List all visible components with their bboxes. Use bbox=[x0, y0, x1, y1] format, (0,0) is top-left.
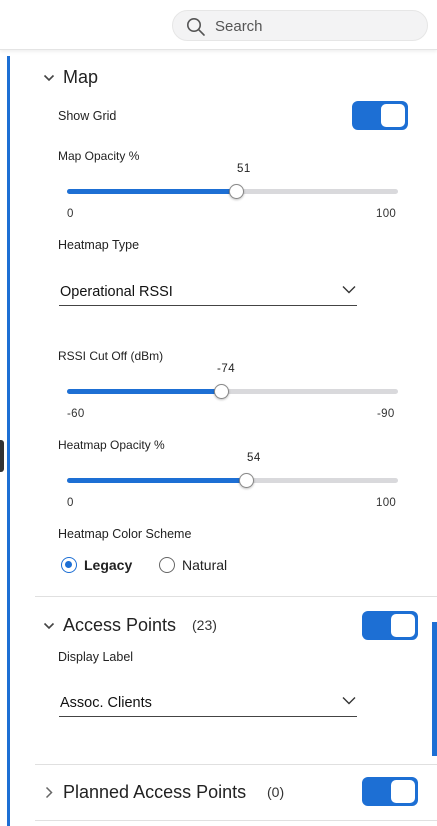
chevron-down-icon bbox=[342, 697, 356, 705]
access-points-toggle[interactable] bbox=[362, 611, 418, 640]
rssi-cutoff-max: -90 bbox=[377, 408, 395, 420]
rssi-cutoff-value: -74 bbox=[217, 363, 236, 375]
rssi-cutoff-label: RSSI Cut Off (dBm) bbox=[58, 349, 164, 363]
planned-access-points-toggle[interactable] bbox=[362, 777, 418, 806]
top-bar bbox=[0, 0, 437, 50]
search-icon bbox=[187, 18, 205, 36]
chevron-right-icon[interactable] bbox=[44, 786, 54, 799]
slider-fill bbox=[67, 478, 246, 483]
color-scheme-label: Heatmap Color Scheme bbox=[58, 527, 192, 541]
show-grid-label: Show Grid bbox=[58, 109, 117, 123]
heatmap-opacity-max: 100 bbox=[376, 497, 397, 509]
display-label-select[interactable]: Assoc. Clients bbox=[59, 689, 357, 717]
toggle-knob bbox=[391, 780, 415, 803]
section-divider bbox=[35, 596, 437, 597]
toggle-knob bbox=[381, 104, 405, 127]
panel-accent-stripe bbox=[7, 56, 10, 826]
radio-natural-label[interactable]: Natural bbox=[182, 557, 227, 573]
heatmap-opacity-value: 54 bbox=[247, 452, 261, 464]
map-opacity-min: 0 bbox=[67, 208, 74, 220]
search-input[interactable] bbox=[215, 16, 415, 36]
slider-fill bbox=[67, 189, 236, 194]
heatmap-opacity-label: Heatmap Opacity % bbox=[58, 438, 165, 452]
display-label-value: Assoc. Clients bbox=[60, 695, 152, 711]
section-title-planned-access-points[interactable]: Planned Access Points bbox=[63, 782, 246, 803]
map-opacity-label: Map Opacity % bbox=[58, 149, 140, 163]
panel-collapse-handle[interactable] bbox=[0, 440, 4, 472]
rssi-cutoff-slider[interactable] bbox=[67, 384, 398, 399]
chevron-down-icon[interactable] bbox=[43, 73, 55, 83]
slider-thumb[interactable] bbox=[228, 184, 244, 199]
access-points-count: (23) bbox=[192, 617, 217, 633]
rssi-cutoff-min: -60 bbox=[67, 408, 85, 420]
chevron-down-icon bbox=[342, 286, 356, 294]
heatmap-opacity-min: 0 bbox=[67, 497, 74, 509]
slider-thumb[interactable] bbox=[214, 384, 230, 399]
slider-thumb[interactable] bbox=[238, 473, 254, 488]
display-label-label: Display Label bbox=[58, 650, 134, 664]
map-opacity-max: 100 bbox=[376, 208, 397, 220]
heatmap-opacity-slider[interactable] bbox=[67, 473, 398, 488]
section-title-map[interactable]: Map bbox=[63, 67, 98, 88]
chevron-down-icon[interactable] bbox=[43, 621, 55, 631]
heatmap-type-label: Heatmap Type bbox=[58, 238, 140, 252]
section-title-access-points[interactable]: Access Points bbox=[63, 615, 176, 636]
section-divider bbox=[35, 820, 437, 821]
scrollbar-thumb[interactable] bbox=[432, 622, 437, 756]
heatmap-type-select[interactable]: Operational RSSI bbox=[59, 278, 357, 306]
search-box[interactable] bbox=[172, 10, 428, 41]
map-opacity-value: 51 bbox=[237, 163, 251, 175]
slider-fill bbox=[67, 389, 222, 394]
radio-natural[interactable] bbox=[159, 557, 175, 573]
show-grid-toggle[interactable] bbox=[352, 101, 408, 130]
radio-legacy-label[interactable]: Legacy bbox=[84, 557, 132, 573]
heatmap-type-value: Operational RSSI bbox=[60, 284, 173, 300]
section-divider bbox=[35, 764, 437, 765]
radio-legacy[interactable] bbox=[61, 557, 77, 573]
planned-access-points-count: (0) bbox=[267, 784, 285, 800]
map-opacity-slider[interactable] bbox=[67, 184, 398, 199]
toggle-knob bbox=[391, 614, 415, 637]
